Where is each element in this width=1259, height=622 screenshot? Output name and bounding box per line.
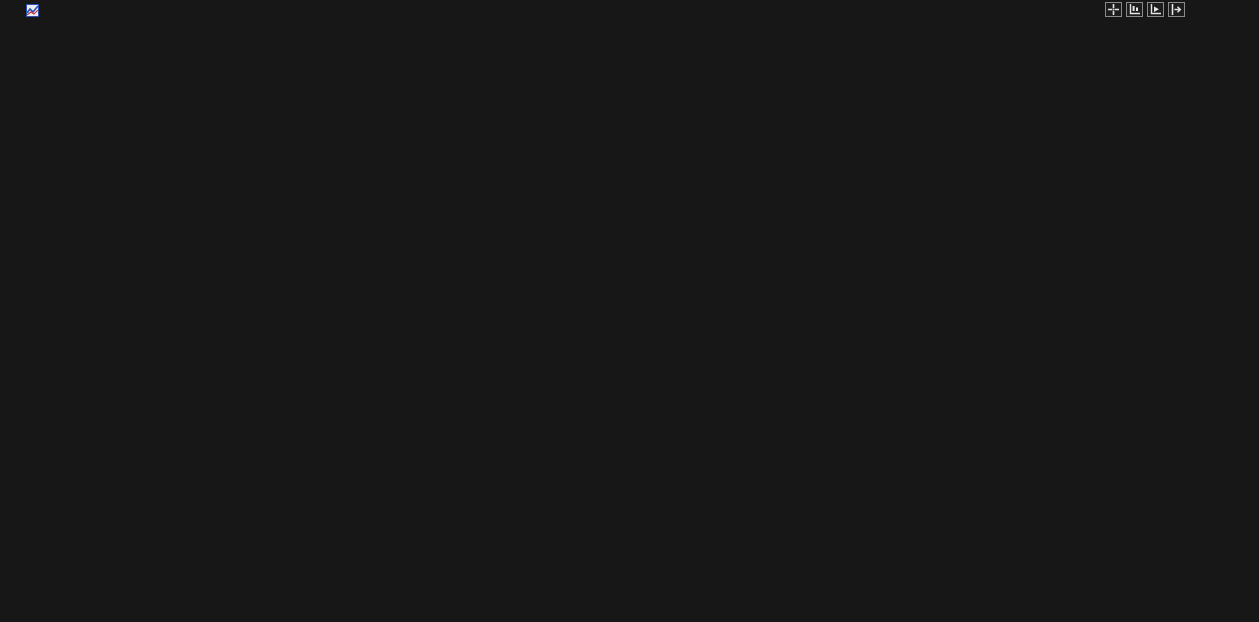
chart-window	[0, 0, 1259, 622]
collapse-panel-icon[interactable]	[1168, 2, 1185, 17]
playback-icon[interactable]	[1147, 2, 1164, 17]
candlestick-chart[interactable]	[0, 0, 1259, 622]
fit-chart-icon[interactable]	[1126, 2, 1143, 17]
chart-toolbar	[1105, 2, 1185, 17]
crosshair-icon[interactable]	[1105, 2, 1122, 17]
ma-indicator-icon[interactable]	[26, 4, 39, 17]
chart-header	[0, 0, 1259, 20]
